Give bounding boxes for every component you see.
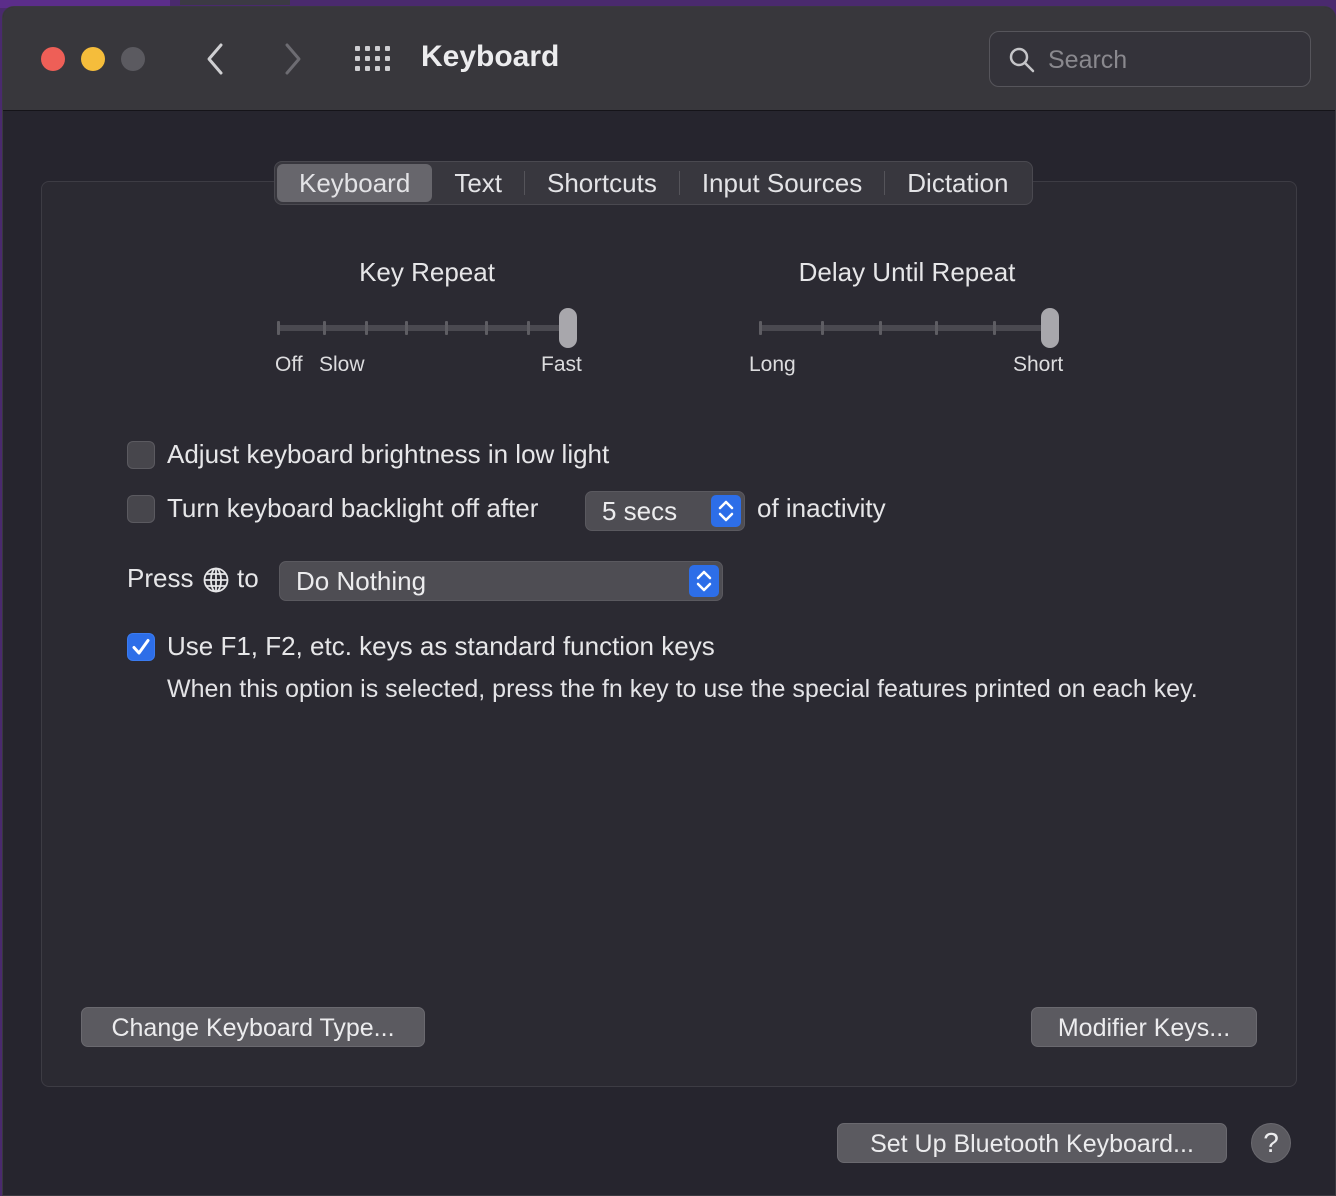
delay-short-label: Short	[1013, 353, 1064, 376]
checkmark-icon	[132, 639, 150, 655]
globe-icon	[203, 567, 229, 593]
key-repeat-tick	[277, 321, 280, 335]
tab-bar: Keyboard Text Shortcuts Input Sources Di…	[274, 161, 1034, 205]
close-window-button[interactable]	[41, 47, 65, 71]
key-repeat-tick	[323, 321, 326, 335]
help-button[interactable]: ?	[1251, 1123, 1291, 1163]
search-field[interactable]	[989, 31, 1311, 87]
backlight-timeout-value: 5 secs	[602, 496, 678, 526]
backlight-timeout-popup[interactable]: 5 secs	[585, 491, 745, 531]
tab-keyboard[interactable]: Keyboard	[277, 164, 433, 202]
minimize-window-button[interactable]	[81, 47, 105, 71]
delay-tick	[935, 321, 938, 335]
desktop-background-strip	[180, 0, 290, 5]
chevron-left-icon	[207, 43, 223, 75]
popup-stepper	[711, 495, 741, 527]
delay-until-repeat-title: Delay Until Repeat	[798, 257, 1016, 287]
back-button[interactable]	[201, 41, 231, 77]
key-repeat-slow-label: Slow	[319, 353, 365, 376]
modifier-keys-button[interactable]: Modifier Keys...	[1031, 1007, 1257, 1047]
delay-until-repeat-track[interactable]	[759, 325, 1057, 331]
key-repeat-tick	[527, 321, 530, 335]
key-repeat-title: Key Repeat	[359, 257, 495, 287]
key-repeat-tick	[485, 321, 488, 335]
up-down-chevron-icon	[718, 500, 734, 522]
backlight-checkbox[interactable]	[127, 495, 155, 523]
brightness-checkbox[interactable]	[127, 441, 155, 469]
delay-until-repeat-slider-knob[interactable]	[1041, 308, 1059, 348]
up-down-chevron-icon	[696, 570, 712, 592]
key-repeat-tick	[365, 321, 368, 335]
function-keys-label: Use F1, F2, etc. keys as standard functi…	[167, 631, 715, 661]
key-repeat-tick	[405, 321, 408, 335]
tab-input-sources[interactable]: Input Sources	[680, 164, 884, 202]
delay-long-label: Long	[749, 353, 796, 376]
search-input[interactable]	[1048, 40, 1298, 80]
globe-key-action-value: Do Nothing	[296, 566, 427, 596]
key-repeat-tick	[445, 321, 448, 335]
delay-tick	[759, 321, 762, 335]
key-repeat-fast-label: Fast	[541, 353, 582, 376]
tab-shortcuts[interactable]: Shortcuts	[525, 164, 679, 202]
toolbar: Keyboard	[3, 7, 1335, 111]
search-icon	[1009, 47, 1035, 73]
zoom-window-button[interactable]	[121, 47, 145, 71]
backlight-suffix-label: of inactivity	[757, 493, 886, 523]
set-up-bluetooth-keyboard-button[interactable]: Set Up Bluetooth Keyboard...	[837, 1123, 1227, 1163]
delay-tick	[993, 321, 996, 335]
system-preferences-window: Keyboard Keyboard Text Shortcuts Input S…	[2, 6, 1336, 1196]
key-repeat-slider-knob[interactable]	[559, 308, 577, 348]
show-all-button[interactable]	[353, 44, 393, 74]
tab-text[interactable]: Text	[432, 164, 524, 202]
function-keys-checkbox[interactable]	[127, 633, 155, 661]
delay-tick	[821, 321, 824, 335]
delay-tick	[879, 321, 882, 335]
popup-stepper	[689, 565, 719, 597]
forward-button[interactable]	[277, 41, 307, 77]
grid-icon	[355, 46, 390, 71]
key-repeat-off-label: Off	[275, 353, 303, 376]
press-to-label: to	[237, 563, 259, 593]
brightness-label: Adjust keyboard brightness in low light	[167, 439, 610, 469]
change-keyboard-type-button[interactable]: Change Keyboard Type...	[81, 1007, 425, 1047]
chevron-right-icon	[285, 43, 301, 75]
function-keys-note: When this option is selected, press the …	[167, 675, 1198, 703]
tab-dictation[interactable]: Dictation	[885, 164, 1030, 202]
window-title: Keyboard	[421, 40, 560, 73]
backlight-label: Turn keyboard backlight off after	[167, 493, 539, 523]
globe-key-action-popup[interactable]: Do Nothing	[279, 561, 723, 601]
press-label: Press	[127, 563, 194, 593]
